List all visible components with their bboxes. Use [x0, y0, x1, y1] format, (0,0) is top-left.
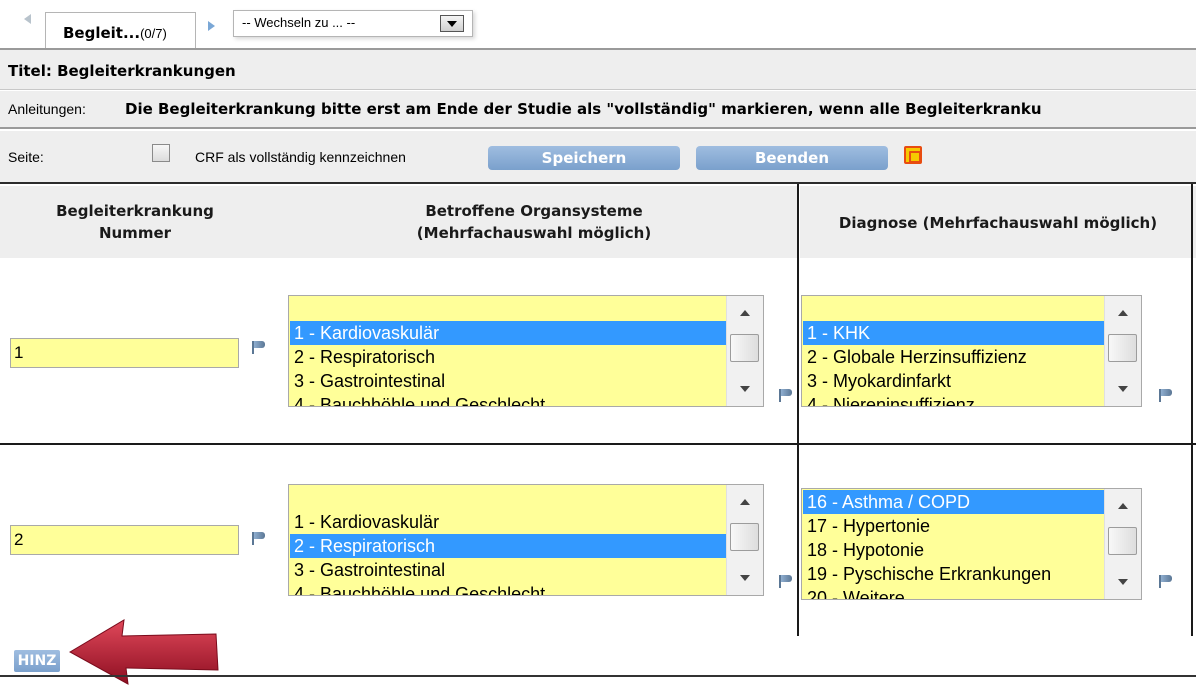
page-title: Titel: Begleiterkrankungen — [8, 62, 236, 80]
scroll-up-icon[interactable] — [740, 499, 750, 505]
scroll-thumb[interactable] — [730, 334, 759, 362]
list-option[interactable]: 19 - Pyschische Erkrankungen — [803, 562, 1104, 586]
list-option[interactable]: 3 - Myokardinfarkt — [803, 369, 1104, 393]
column-header-number-line1: Begleiterkrankung — [56, 202, 214, 220]
diagnosis-listbox-2[interactable]: 16 - Asthma / COPD 17 - Hypertonie 18 - … — [801, 488, 1142, 600]
add-row-button[interactable]: HINZ — [14, 650, 60, 672]
list-option[interactable]: 2 - Globale Herzinsuffizienz — [803, 345, 1104, 369]
switch-select[interactable]: -- Wechseln zu ... -- — [233, 10, 473, 37]
scroll-down-icon[interactable] — [1118, 386, 1128, 392]
bottom-divider — [0, 675, 1196, 677]
row-divider — [0, 443, 1196, 445]
column-divider — [797, 184, 799, 636]
diagnosis-listbox-1[interactable]: 1 - KHK 2 - Globale Herzinsuffizienz 3 -… — [801, 295, 1142, 407]
scroll-down-icon[interactable] — [740, 386, 750, 392]
next-tab-arrow-icon[interactable] — [208, 21, 215, 31]
scroll-up-icon[interactable] — [1118, 310, 1128, 316]
column-header-organs-line1: Betroffene Organsysteme — [425, 202, 643, 220]
complete-checkbox-label: CRF als vollständig kennzeichnen — [195, 149, 406, 165]
scrollbar[interactable] — [1104, 296, 1141, 406]
title-row: Titel: Begleiterkrankungen — [0, 50, 1196, 90]
list-option-selected[interactable]: 2 - Respiratorisch — [290, 534, 726, 558]
number-input-1[interactable]: 1 — [10, 338, 239, 368]
list-option-selected[interactable]: 16 - Asthma / COPD — [803, 490, 1104, 514]
scroll-thumb[interactable] — [1108, 527, 1137, 555]
flag-icon[interactable] — [1158, 574, 1174, 588]
red-arrow-icon — [68, 619, 219, 685]
tab-count: (0/7) — [140, 26, 167, 41]
list-option[interactable] — [803, 297, 1104, 321]
column-header-number-line2: Nummer — [98, 224, 172, 242]
list-option[interactable]: 4 - Bauchhöhle und Geschlecht — [290, 582, 726, 595]
scroll-down-icon[interactable] — [740, 575, 750, 581]
column-divider-right — [1191, 184, 1193, 636]
scroll-thumb[interactable] — [1108, 334, 1137, 362]
switch-select-value: -- Wechseln zu ... -- — [242, 15, 356, 30]
list-option-selected[interactable]: 1 - Kardiovaskulär — [290, 321, 726, 345]
flag-icon[interactable] — [1158, 388, 1174, 402]
flag-icon[interactable] — [778, 388, 794, 402]
list-option[interactable] — [290, 297, 726, 321]
scrollbar[interactable] — [1104, 489, 1141, 599]
dropdown-arrow-icon[interactable] — [440, 15, 464, 32]
scrollbar[interactable] — [726, 485, 763, 595]
number-input-2[interactable]: 2 — [10, 525, 239, 555]
tab-begleit[interactable]: Begleit...(0/7) — [45, 12, 196, 48]
flag-icon[interactable] — [251, 531, 267, 545]
complete-checkbox[interactable] — [152, 144, 170, 162]
list-option[interactable]: 2 - Respiratorisch — [290, 345, 726, 369]
list-option[interactable]: 4 - Niereninsuffizienz — [803, 393, 1104, 406]
scroll-thumb[interactable] — [730, 523, 759, 551]
list-option[interactable]: 17 - Hypertonie — [803, 514, 1104, 538]
instructions-row: Anleitungen: Die Begleiterkrankung bitte… — [0, 91, 1196, 129]
list-option[interactable] — [290, 486, 726, 510]
scroll-up-icon[interactable] — [740, 310, 750, 316]
save-button[interactable]: Speichern — [488, 146, 680, 170]
list-option[interactable]: 3 - Gastrointestinal — [290, 558, 726, 582]
tab-label: Begleit... — [63, 24, 141, 42]
list-option[interactable]: 3 - Gastrointestinal — [290, 369, 726, 393]
list-option[interactable]: 1 - Kardiovaskulär — [290, 510, 726, 534]
instructions-text: Die Begleiterkrankung bitte erst am Ende… — [125, 100, 1042, 118]
scroll-up-icon[interactable] — [1118, 503, 1128, 509]
scrollbar[interactable] — [726, 296, 763, 406]
organs-listbox-2[interactable]: 1 - Kardiovaskulär 2 - Respiratorisch 3 … — [288, 484, 764, 596]
flag-icon[interactable] — [778, 574, 794, 588]
prev-tab-arrow-icon[interactable] — [24, 14, 31, 24]
organs-listbox-1[interactable]: 1 - Kardiovaskulär 2 - Respiratorisch 3 … — [288, 295, 764, 407]
list-option[interactable]: 4 - Bauchhöhle und Geschlecht — [290, 393, 726, 406]
column-header-number: Begleiterkrankung Nummer — [0, 186, 270, 258]
column-header-organs-line2: (Mehrfachauswahl möglich) — [416, 224, 652, 242]
list-option[interactable]: 20 - Weitere — [803, 586, 1104, 599]
list-option-selected[interactable]: 1 - KHK — [803, 321, 1104, 345]
page-label: Seite: — [8, 149, 44, 165]
list-option[interactable]: 18 - Hypotonie — [803, 538, 1104, 562]
instructions-label: Anleitungen: — [8, 101, 86, 117]
column-header-diagnosis: Diagnose (Mehrfachauswahl möglich) — [800, 186, 1196, 258]
end-button[interactable]: Beenden — [696, 146, 888, 170]
column-header-organs: Betroffene Organsysteme (Mehrfachauswahl… — [270, 186, 798, 258]
flag-icon[interactable] — [251, 340, 267, 354]
page-toolbar: Seite: CRF als vollständig kennzeichnen … — [0, 131, 1196, 184]
scroll-down-icon[interactable] — [1118, 579, 1128, 585]
column-header-diagnosis-text: Diagnose (Mehrfachauswahl möglich) — [838, 214, 1158, 232]
pdf-icon[interactable] — [904, 146, 922, 164]
